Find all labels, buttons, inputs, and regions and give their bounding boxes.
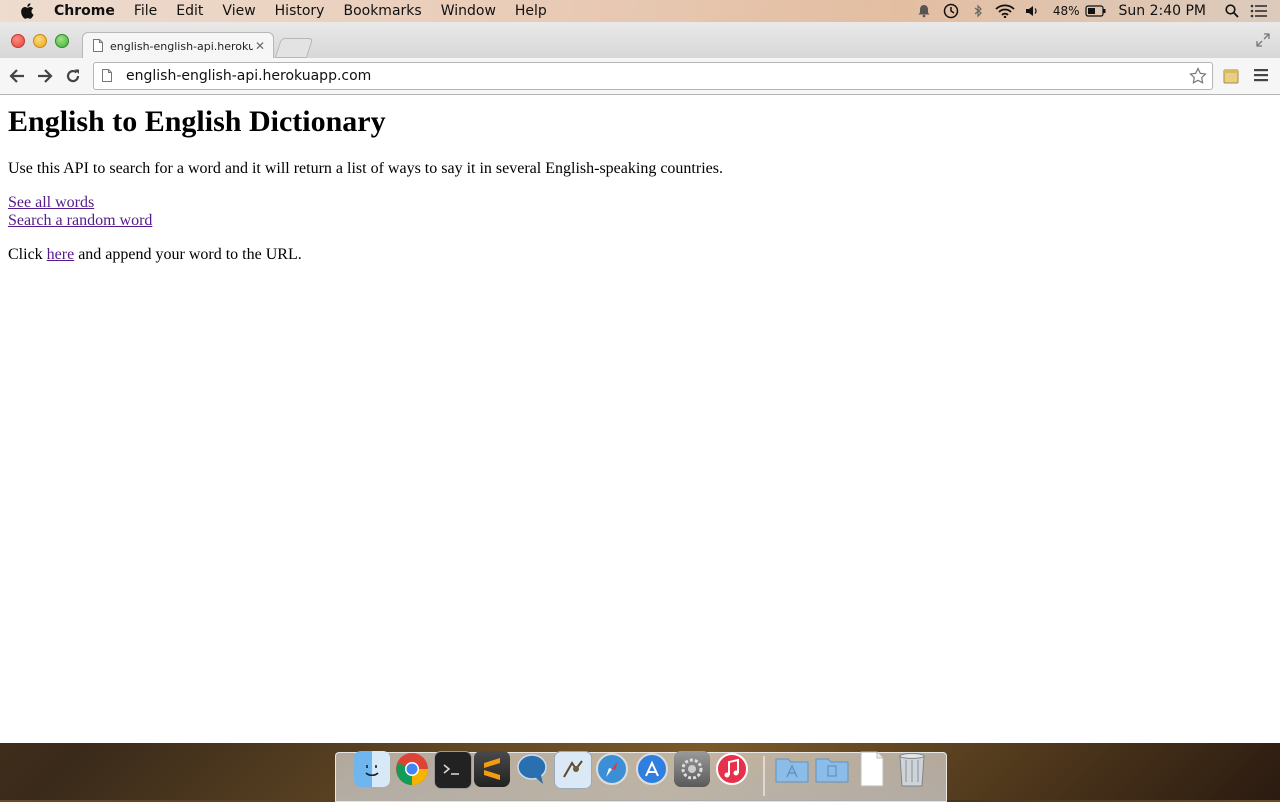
menu-app-name[interactable]: Chrome (54, 3, 115, 19)
new-tab-button[interactable] (274, 38, 314, 58)
browser-toolbar: english-english-api.herokuapp.com (0, 58, 1280, 95)
bluetooth-icon[interactable] (967, 0, 989, 22)
bookmark-star-icon[interactable] (1188, 66, 1208, 86)
address-bar[interactable]: english-english-api.herokuapp.com (93, 62, 1213, 90)
here-link[interactable]: here (47, 246, 75, 263)
page-favicon-icon (93, 39, 105, 53)
menu-bookmarks[interactable]: Bookmarks (343, 3, 421, 19)
intro-text: Use this API to search for a word and it… (8, 160, 723, 177)
minimize-window-button[interactable] (33, 34, 47, 48)
link-list: See all words Search a random word (8, 194, 152, 230)
tab-title: english-english-api.herokuapp.com (110, 39, 253, 53)
menu-bar: Chrome File Edit View History Bookmarks … (0, 0, 1280, 23)
battery-percentage: 48% (1052, 4, 1080, 18)
system-preferences-icon[interactable] (674, 751, 710, 787)
page-content: English to English Dictionary Use this A… (0, 95, 1280, 743)
trash-icon[interactable] (894, 751, 930, 787)
close-tab-icon[interactable]: ✕ (253, 39, 267, 53)
browser-window: english-english-api.herokuapp.com ✕ engl… (0, 22, 1280, 743)
apple-menu-icon[interactable] (18, 2, 36, 20)
menu-window[interactable]: Window (441, 3, 496, 19)
menu-clock[interactable]: Sun 2:40 PM (1119, 3, 1207, 19)
safari-icon[interactable] (594, 751, 630, 787)
browser-tab[interactable]: english-english-api.herokuapp.com ✕ (82, 32, 274, 59)
close-window-button[interactable] (11, 34, 25, 48)
wifi-icon[interactable] (994, 0, 1016, 22)
sublime-text-icon[interactable] (474, 751, 510, 787)
back-arrow-icon[interactable] (7, 66, 27, 86)
tab-strip: english-english-api.herokuapp.com ✕ (0, 22, 1280, 59)
applications-folder-icon[interactable] (774, 751, 810, 787)
url-text[interactable]: english-english-api.herokuapp.com (126, 68, 1188, 84)
chat-icon[interactable] (514, 751, 550, 787)
forward-arrow-icon[interactable] (35, 66, 55, 86)
battery-icon[interactable] (1084, 0, 1107, 22)
notification-center-icon[interactable] (1248, 0, 1270, 22)
see-all-words-link[interactable]: See all words (8, 194, 94, 211)
zoom-window-button[interactable] (55, 34, 69, 48)
finder-icon[interactable] (354, 751, 390, 787)
chrome-menu-icon[interactable] (1254, 67, 1270, 85)
menu-help[interactable]: Help (515, 3, 547, 19)
notification-bell-icon[interactable] (913, 0, 935, 22)
mail-icon[interactable] (554, 751, 592, 789)
fullscreen-icon[interactable] (1256, 32, 1272, 48)
volume-icon[interactable] (1021, 0, 1043, 22)
random-word-link[interactable]: Search a random word (8, 212, 152, 229)
instruction-text: Click here and append your word to the U… (8, 246, 302, 264)
app-store-icon[interactable] (634, 751, 670, 787)
spotlight-search-icon[interactable] (1221, 0, 1243, 22)
chrome-icon[interactable] (394, 751, 430, 787)
menu-history[interactable]: History (275, 3, 325, 19)
dock-separator (763, 756, 765, 796)
instruction-prefix: Click (8, 246, 47, 263)
page-info-icon[interactable] (102, 69, 114, 83)
documents-folder-icon[interactable] (814, 751, 850, 787)
page-title: English to English Dictionary (8, 105, 386, 138)
time-machine-icon[interactable] (940, 0, 962, 22)
reload-icon[interactable] (63, 66, 83, 86)
instruction-suffix: and append your word to the URL. (74, 246, 302, 263)
itunes-icon[interactable] (714, 751, 750, 787)
terminal-icon[interactable] (434, 751, 472, 789)
menu-edit[interactable]: Edit (176, 3, 203, 19)
menu-file[interactable]: File (134, 3, 157, 19)
menu-view[interactable]: View (222, 3, 255, 19)
extension-icon[interactable] (1223, 68, 1239, 84)
document-icon[interactable] (854, 751, 890, 787)
window-controls (11, 34, 69, 48)
